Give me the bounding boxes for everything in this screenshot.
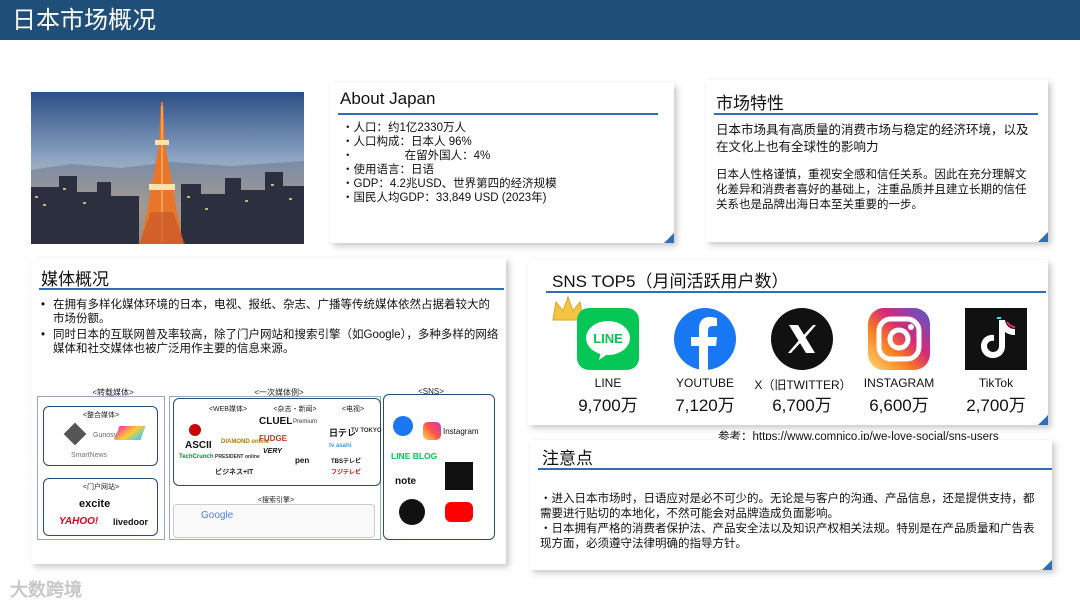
tbs-logo: TBSテレビ [331, 459, 362, 465]
tvtokyo-logo: TV TOKYO [351, 428, 382, 434]
corner-accent [1042, 560, 1052, 570]
ascii-logo: ASCII [185, 440, 212, 451]
list-item: 在留外国人：4% [342, 149, 557, 163]
smartnews-logo: SmartNews [71, 452, 108, 459]
list-item: GDP：4.2兆USD、世界第四的经济规模 [342, 177, 557, 191]
note-logo: note [395, 476, 417, 487]
corner-accent [1038, 415, 1048, 425]
title-underline [546, 291, 1046, 293]
corner-accent [664, 233, 674, 243]
sns-title: SNS TOP5（月间活跃用户数） [552, 272, 789, 291]
techcrunch-logo: TechCrunch [179, 454, 214, 460]
title-underline [39, 288, 504, 290]
sns-name-instagram: INSTAGRAM [863, 376, 935, 390]
page-title: 日本市场概况 [12, 6, 156, 34]
list-item: 人口：约1亿2330万人 [342, 121, 557, 135]
list-item: 同时日本的互联网普及率较高，除了门户网站和搜索引擎（如Google），多种多样的… [39, 328, 499, 356]
corner-accent [1038, 232, 1048, 242]
web-media-label: <WEB媒体> [208, 406, 248, 413]
cluel-logo: CLUEL [259, 416, 293, 427]
sns-name-youtube: YOUTUBE [675, 376, 734, 390]
president-logo: PRESIDENT online [215, 454, 260, 460]
fudge-logo: FUDGE [259, 434, 287, 443]
list-item: 人口构成：日本人 96% [342, 135, 557, 149]
x-icon [771, 308, 833, 370]
sns-top5-card: SNS TOP5（月间活跃用户数） LINE LINE 9,700万 YOUTU… [528, 260, 1048, 425]
tiktok-icon [445, 462, 473, 490]
sns-value-x: 6,700万 [772, 396, 832, 415]
notes-line: ・日本拥有严格的消费者保护法、产品安全法以及知识产权相关法规。特别是在产品质量和… [540, 523, 1035, 550]
instagram-logo: Instagram [443, 427, 479, 436]
livedoor-logo: livedoor [113, 517, 149, 527]
sns-value-youtube: 7,120万 [675, 396, 735, 415]
sns-name-tiktok: TikTok [978, 376, 1014, 390]
instagram-icon [868, 308, 930, 370]
facebook-icon [393, 416, 413, 436]
gunosy-logo-text: Gunosy [93, 432, 118, 439]
media-bullets: 在拥有多样化媒体环境的日本，电视、报纸、杂志、广播等传统媒体依然占据着较大的市场… [39, 298, 499, 358]
list-item: 国民人均GDP：33,849 USD (2023年) [342, 191, 557, 205]
market-title: 市场特性 [716, 94, 784, 113]
facebook-icon [674, 308, 736, 370]
very-logo: VERY [263, 448, 282, 455]
watermark: 大数跨境 [10, 580, 82, 601]
about-japan-card: About Japan 人口：约1亿2330万人 人口构成：日本人 96% 在留… [330, 83, 674, 243]
portal-sites-label: <门户网站> [82, 484, 120, 491]
notes-line: ・进入日本市场时，日语应对是必不可少的。无论是与客户的沟通、产品信息，还是提供支… [540, 493, 1035, 520]
business-it-logo: ビジネス+IT [215, 469, 254, 476]
pen-logo: pen [295, 456, 310, 465]
fuji-logo: フジテレビ [331, 470, 362, 476]
x-icon [399, 499, 425, 525]
media-title: 媒体概况 [41, 270, 109, 289]
instagram-icon [423, 422, 441, 440]
aggregate-media-label: <整合媒体> [82, 412, 120, 419]
excite-logo: excite [79, 498, 111, 510]
market-detail: 日本人性格谨慎，重视安全感和信任关系。因此在充分理解文化差异和消费者喜好的基础上… [716, 169, 1027, 211]
tvasahi-logo: tv asahi [329, 443, 352, 449]
sns-name-line: LINE [594, 376, 622, 390]
tiktok-icon [965, 308, 1027, 370]
about-japan-title: About Japan [340, 89, 436, 108]
google-logo: Google [201, 510, 234, 521]
header-bar: 日本市场概况 [0, 0, 1080, 40]
tokyo-tower-photo [31, 92, 304, 244]
tokyo-skyline-illustration [31, 92, 304, 244]
youtube-icon [445, 502, 473, 522]
sns-value-tiktok: 2,700万 [966, 396, 1026, 415]
logo-mark [114, 426, 146, 440]
notes-title: 注意点 [542, 449, 593, 468]
notes-card: 注意点 ・进入日本市场时，日语应对是必不可少的。无论是与客户的沟通、产品信息，还… [530, 440, 1052, 570]
about-japan-list: 人口：约1亿2330万人 人口构成：日本人 96% 在留外国人：4% 使用语言：… [342, 121, 557, 205]
line-icon: LINE [577, 308, 639, 370]
yahoo-logo: YAHOO! [59, 516, 99, 527]
title-underline [338, 113, 658, 115]
logo-mark [189, 424, 201, 436]
title-underline [538, 468, 1052, 470]
market-summary: 日本市场具有高质量的消费市场与稳定的经济环境，以及在文化上也有全球性的影响力 [716, 123, 1029, 154]
sns-value-instagram: 6,600万 [869, 396, 929, 415]
title-underline [714, 113, 1038, 115]
market-characteristics-card: 市场特性 日本市场具有高质量的消费市场与稳定的经济环境，以及在文化上也有全球性的… [706, 80, 1048, 242]
sns-value-line: 9,700万 [578, 396, 638, 415]
list-item: 在拥有多样化媒体环境的日本，电视、报纸、杂志、广播等传统媒体依然占据着较大的市场… [39, 298, 499, 326]
magazine-news-label: <杂志・新闻> [273, 406, 317, 413]
premium-logo: Premium [293, 419, 318, 425]
line-blog-logo: LINE BLOG [391, 451, 438, 461]
notes-body: ・进入日本市场时，日语应对是必不可少的。无论是与客户的沟通、产品信息，还是提供支… [540, 492, 1040, 552]
list-item: 使用语言：日语 [342, 163, 557, 177]
tv-label: <电视> [341, 406, 365, 413]
svg-text:LINE: LINE [593, 331, 623, 346]
media-overview-card: 媒体概况 在拥有多样化媒体环境的日本，电视、报纸、杂志、广播等传统媒体依然占据着… [31, 258, 506, 564]
